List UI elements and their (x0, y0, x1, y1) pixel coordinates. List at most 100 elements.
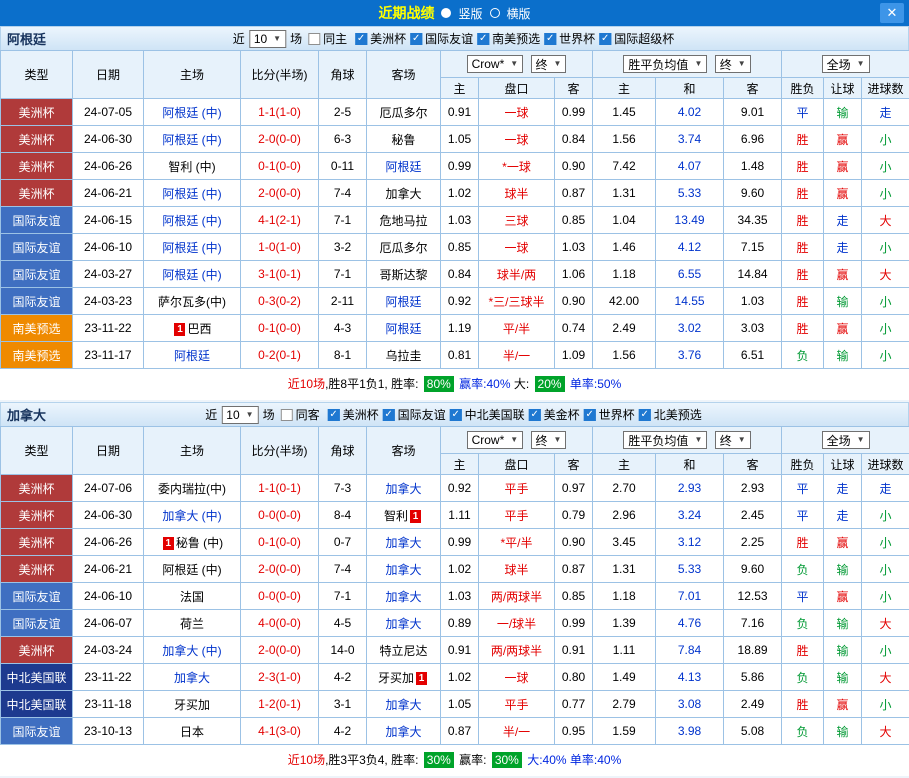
score-cell[interactable]: 0-2(0-1) (241, 342, 319, 369)
checkbox-icon[interactable]: ✓ (584, 409, 596, 421)
score-cell[interactable]: 2-0(0-0) (241, 556, 319, 583)
team-name[interactable]: 荷兰 (180, 617, 204, 631)
score-cell[interactable]: 1-1(0-1) (241, 475, 319, 502)
team-name[interactable]: 厄瓜多尔 (379, 241, 427, 255)
team-name[interactable]: 阿根廷 (中) (162, 187, 221, 201)
match-count-select[interactable]: 10▼ (249, 30, 286, 48)
odds-company-select[interactable]: Crow*▼ (467, 55, 524, 73)
team-name[interactable]: 加拿大 (385, 590, 421, 604)
checkbox-icon[interactable]: ✓ (599, 33, 611, 45)
team-name[interactable]: 加拿大 (385, 617, 421, 631)
full-match-select[interactable]: 全场▼ (822, 431, 870, 449)
checkbox-icon[interactable]: ✓ (383, 409, 395, 421)
score-cell[interactable]: 2-0(0-0) (241, 637, 319, 664)
wdl-average-select[interactable]: 胜平负均值▼ (623, 431, 707, 449)
filter-checkbox[interactable]: ✓南美预选 (477, 30, 540, 47)
checkbox-icon[interactable] (308, 33, 320, 45)
team-name[interactable]: 阿根廷 (中) (162, 241, 221, 255)
avg-time-select[interactable]: 终▼ (715, 431, 751, 449)
team-name[interactable]: 哥斯达黎 (379, 268, 427, 282)
wdl-average-select[interactable]: 胜平负均值▼ (623, 55, 707, 73)
checkbox-icon[interactable]: ✓ (477, 33, 489, 45)
score-cell[interactable]: 4-1(3-0) (241, 718, 319, 745)
team-name[interactable]: 加拿大 (385, 725, 421, 739)
score-cell[interactable]: 1-1(1-0) (241, 99, 319, 126)
team-name[interactable]: 阿根廷 (174, 349, 210, 363)
score-cell[interactable]: 1-0(1-0) (241, 234, 319, 261)
same-venue-checkbox[interactable]: 同客 (281, 406, 320, 423)
team-name[interactable]: 阿根廷 (385, 160, 421, 174)
filter-checkbox[interactable]: ✓中北美国联 (450, 406, 525, 423)
checkbox-icon[interactable]: ✓ (328, 409, 340, 421)
filter-checkbox[interactable]: ✓国际友谊 (410, 30, 473, 47)
score-cell[interactable]: 0-1(0-0) (241, 315, 319, 342)
filter-checkbox[interactable]: ✓美洲杯 (328, 406, 379, 423)
team-name[interactable]: 厄瓜多尔 (379, 106, 427, 120)
team-name[interactable]: 加拿大 (中) (162, 644, 221, 658)
team-name[interactable]: 危地马拉 (379, 214, 427, 228)
team-name[interactable]: 乌拉圭 (385, 349, 421, 363)
score-cell[interactable]: 4-0(0-0) (241, 610, 319, 637)
checkbox-icon[interactable]: ✓ (355, 33, 367, 45)
checkbox-icon[interactable]: ✓ (529, 409, 541, 421)
team-name[interactable]: 巴西 (187, 322, 211, 336)
team-name[interactable]: 加拿大 (174, 671, 210, 685)
odds-time-select[interactable]: 终▼ (531, 431, 567, 449)
team-name[interactable]: 萨尔瓦多(中) (158, 295, 226, 309)
checkbox-icon[interactable]: ✓ (639, 409, 651, 421)
team-name[interactable]: 秘鲁 (中) (176, 536, 223, 550)
team-name[interactable]: 加拿大 (385, 698, 421, 712)
team-name[interactable]: 法国 (180, 590, 204, 604)
filter-checkbox[interactable]: ✓北美预选 (639, 406, 702, 423)
team-name[interactable]: 阿根廷 (385, 295, 421, 309)
filter-checkbox[interactable]: ✓美金杯 (529, 406, 580, 423)
team-name[interactable]: 日本 (180, 725, 204, 739)
odds-company-select[interactable]: Crow*▼ (467, 431, 524, 449)
team-name[interactable]: 阿根廷 (385, 322, 421, 336)
filter-checkbox[interactable]: ✓美洲杯 (355, 30, 406, 47)
same-venue-checkbox[interactable]: 同主 (308, 30, 347, 47)
checkbox-icon[interactable] (281, 409, 293, 421)
team-name[interactable]: 阿根廷 (中) (162, 106, 221, 120)
team-name[interactable]: 牙买加 (378, 671, 414, 685)
horizontal-layout-radio[interactable] (490, 8, 500, 18)
team-name[interactable]: 加拿大 (385, 187, 421, 201)
horizontal-layout-label[interactable]: 横版 (507, 5, 531, 22)
team-name[interactable]: 阿根廷 (中) (162, 214, 221, 228)
score-cell[interactable]: 2-0(0-0) (241, 126, 319, 153)
score-cell[interactable]: 0-1(0-0) (241, 153, 319, 180)
score-cell[interactable]: 0-0(0-0) (241, 502, 319, 529)
score-cell[interactable]: 2-3(1-0) (241, 664, 319, 691)
team-name[interactable]: 特立尼达 (379, 644, 427, 658)
team-name[interactable]: 委内瑞拉(中) (158, 482, 226, 496)
team-name[interactable]: 加拿大 (385, 482, 421, 496)
score-cell[interactable]: 0-1(0-0) (241, 529, 319, 556)
score-cell[interactable]: 4-1(2-1) (241, 207, 319, 234)
team-name[interactable]: 牙买加 (174, 698, 210, 712)
score-cell[interactable]: 0-3(0-2) (241, 288, 319, 315)
team-name[interactable]: 智利 (中) (168, 160, 215, 174)
vertical-layout-radio[interactable] (441, 8, 451, 18)
avg-time-select[interactable]: 终▼ (715, 55, 751, 73)
odds-time-select[interactable]: 终▼ (531, 55, 567, 73)
team-name[interactable]: 加拿大 (385, 563, 421, 577)
vertical-layout-label[interactable]: 竖版 (458, 5, 482, 22)
checkbox-icon[interactable]: ✓ (544, 33, 556, 45)
team-name[interactable]: 智利 (384, 509, 408, 523)
match-count-select[interactable]: 10▼ (221, 406, 258, 424)
filter-checkbox[interactable]: ✓世界杯 (544, 30, 595, 47)
team-name[interactable]: 加拿大 (385, 536, 421, 550)
filter-checkbox[interactable]: ✓国际友谊 (383, 406, 446, 423)
score-cell[interactable]: 3-1(0-1) (241, 261, 319, 288)
full-match-select[interactable]: 全场▼ (822, 55, 870, 73)
checkbox-icon[interactable]: ✓ (410, 33, 422, 45)
team-name[interactable]: 阿根廷 (中) (162, 268, 221, 282)
team-name[interactable]: 加拿大 (中) (162, 509, 221, 523)
score-cell[interactable]: 2-0(0-0) (241, 180, 319, 207)
team-name[interactable]: 阿根廷 (中) (162, 133, 221, 147)
close-icon[interactable]: ✕ (880, 3, 904, 23)
score-cell[interactable]: 0-0(0-0) (241, 583, 319, 610)
checkbox-icon[interactable]: ✓ (450, 409, 462, 421)
team-name[interactable]: 阿根廷 (中) (162, 563, 221, 577)
filter-checkbox[interactable]: ✓世界杯 (584, 406, 635, 423)
